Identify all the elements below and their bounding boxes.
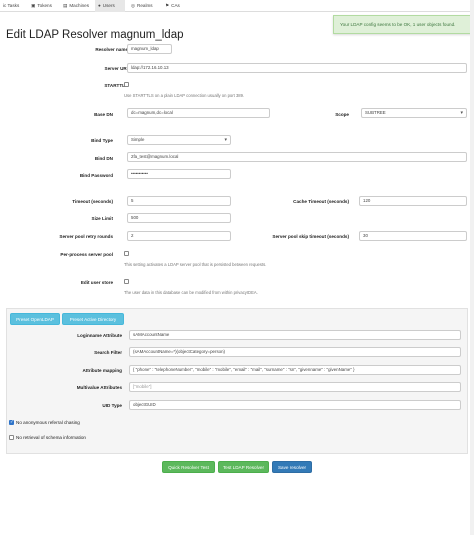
machines-icon: ▤	[63, 3, 68, 8]
scope-select[interactable]: SUBTREE	[361, 108, 467, 118]
loginname-input[interactable]: sAMAccountName	[129, 330, 461, 340]
save-resolver-button[interactable]: Save resolver	[272, 461, 312, 473]
edit-user-store-help: The user data in this database can be mo…	[124, 290, 258, 295]
timeout-label: Timeout (seconds)	[72, 199, 113, 204]
tab-users[interactable]: ● Users	[95, 0, 125, 12]
resolver-name-label: Resolver name	[95, 47, 128, 52]
resolver-name-input[interactable]: magnum_ldap	[127, 44, 172, 54]
starttls-help: Use STARTTLS on a plain LDAP connection …	[124, 93, 245, 98]
per-process-label: Per-process server pool	[60, 252, 113, 257]
bind-dn-input[interactable]: 2fa_test@magnum.local	[127, 152, 467, 162]
attribute-mapping-label: Attribute mapping	[82, 368, 122, 373]
retry-rounds-input[interactable]: 2	[127, 231, 231, 241]
base-dn-input[interactable]: dc=magnum,dc=local	[127, 108, 270, 118]
multivalue-label: Multivalue Attributes	[76, 385, 122, 390]
cache-timeout-input[interactable]: 120	[359, 196, 467, 206]
test-ldap-resolver-button[interactable]: Test LDAP Resolver	[218, 461, 269, 473]
bookmark-icon: ⚑	[165, 3, 170, 8]
size-limit-input[interactable]: 500	[127, 213, 231, 223]
page-title: Edit LDAP Resolver magnum_ldap	[6, 29, 184, 41]
page-scrollbar[interactable]	[470, 0, 474, 535]
success-notification: Your LDAP config seems to be OK, 1 user …	[333, 15, 474, 34]
tokens-icon: ▣	[31, 3, 36, 8]
tab-machines[interactable]: ▤ Machines	[60, 0, 92, 12]
globe-icon: ◎	[131, 3, 136, 8]
size-limit-label: Size Limit	[91, 216, 113, 221]
loginname-label: Loginname Attribute	[77, 333, 122, 338]
bind-password-label: Bind Password	[79, 173, 113, 178]
skip-timeout-input[interactable]: 30	[359, 231, 467, 241]
scope-label: Scope	[335, 112, 349, 117]
tab-tasks[interactable]: ic Tasks	[0, 0, 22, 12]
no-schema-checkbox[interactable]	[9, 435, 14, 440]
user-icon: ●	[98, 3, 101, 8]
no-schema-label: No retrieval of schema information	[16, 435, 86, 440]
bind-dn-label: Bind DN	[94, 156, 113, 161]
bind-type-select[interactable]: Simple	[127, 135, 231, 145]
bind-password-input[interactable]: •••••••••••	[127, 169, 231, 179]
server-uri-label: Server URI	[104, 66, 129, 71]
edit-user-store-label: Edit user store	[80, 280, 113, 285]
tab-realms[interactable]: ◎ Realms	[128, 0, 156, 12]
quick-resolver-test-button[interactable]: Quick Resolver Test	[162, 461, 215, 473]
no-referral-checkbox[interactable]	[9, 419, 14, 425]
multivalue-input[interactable]: ["mobile"]	[129, 382, 461, 392]
uid-type-input[interactable]: objectGUID	[129, 400, 461, 410]
starttls-checkbox[interactable]	[124, 82, 129, 87]
top-nav: ic Tasks ▣ Tokens ▤ Machines ● Users ◎ Realm…	[0, 0, 474, 12]
per-process-help: This setting activates a LDAP server poo…	[124, 262, 267, 267]
attribute-mapping-input[interactable]: { "phone" : "telephoneNumber", "mobile" …	[129, 365, 461, 375]
uid-type-label: UID Type	[102, 403, 122, 408]
tab-tokens[interactable]: ▣ Tokens	[28, 0, 55, 12]
base-dn-label: Base DN	[94, 112, 113, 117]
tab-cas[interactable]: ⚑ CAs	[162, 0, 183, 12]
preset-ad-button[interactable]: Preset Active Directory	[62, 313, 124, 325]
timeout-input[interactable]: 5	[127, 196, 231, 206]
preset-openldap-button[interactable]: Preset OpenLDAP	[10, 313, 60, 325]
user-attributes-panel: Preset OpenLDAP Preset Active Directory …	[6, 308, 468, 454]
search-filter-label: Search Filter	[94, 350, 122, 355]
cache-timeout-label: Cache Timeout (seconds)	[293, 199, 349, 204]
no-referral-label: No anonymous referral chasing	[16, 420, 80, 425]
edit-user-store-checkbox[interactable]	[124, 279, 129, 284]
bind-type-label: Bind Type	[91, 138, 113, 143]
skip-timeout-label: Server pool skip timeout (seconds)	[272, 234, 349, 239]
search-filter-input[interactable]: (sAMAccountName=*)(objectCategory=person…	[129, 347, 461, 357]
per-process-checkbox[interactable]	[124, 251, 129, 256]
server-uri-input[interactable]: ldap://172.16.10.13	[127, 63, 467, 73]
retry-rounds-label: Server pool retry rounds	[59, 234, 113, 239]
